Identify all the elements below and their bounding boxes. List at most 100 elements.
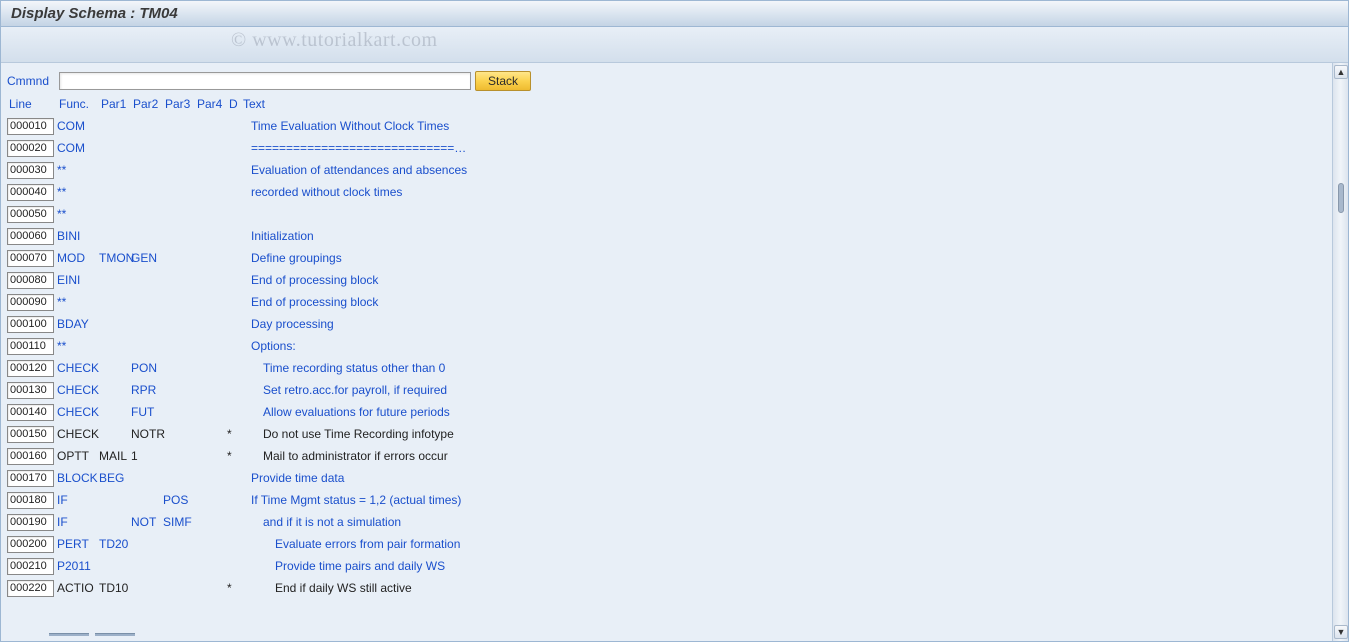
func-cell: ** (57, 185, 99, 199)
header-par3: Par3 (165, 97, 197, 111)
text-cell: Evaluate errors from pair formation (241, 537, 1326, 551)
func-cell: ** (57, 207, 99, 221)
page-title: Display Schema : TM04 (11, 5, 178, 22)
scroll-thumb[interactable] (1338, 183, 1344, 213)
schema-row: BLOCKBEGProvide time data (7, 467, 1326, 489)
schema-row: CHECKNOTR*Do not use Time Recording info… (7, 423, 1326, 445)
func-cell: CHECK (57, 383, 99, 397)
line-number-input[interactable] (7, 206, 54, 223)
header-par1: Par1 (101, 97, 133, 111)
schema-row: BINI Initialization (7, 225, 1326, 247)
header-func: Func. (59, 97, 101, 111)
func-cell: BDAY (57, 317, 99, 331)
stack-button[interactable]: Stack (475, 71, 531, 91)
text-cell: Set retro.acc.for payroll, if required (241, 383, 1326, 397)
line-number-input[interactable] (7, 360, 54, 377)
line-number-input[interactable] (7, 448, 54, 465)
text-cell: Provide time data (241, 471, 1326, 485)
text-cell: and if it is not a simulation (241, 515, 1326, 529)
scroll-up-arrow[interactable]: ▲ (1334, 65, 1348, 79)
line-number-input[interactable] (7, 228, 54, 245)
func-cell: CHECK (57, 361, 99, 375)
func-cell: BINI (57, 229, 99, 243)
schema-row: PERTTD20Evaluate errors from pair format… (7, 533, 1326, 555)
schema-row: CHECKFUTAllow evaluations for future per… (7, 401, 1326, 423)
line-number-input[interactable] (7, 294, 54, 311)
schema-row: EINI End of processing block (7, 269, 1326, 291)
line-number-input[interactable] (7, 470, 54, 487)
bottom-resize-strip (49, 633, 135, 639)
schema-row: ** recorded without clock times (7, 181, 1326, 203)
resize-nub[interactable] (49, 633, 89, 636)
schema-row: COM=============================… (7, 137, 1326, 159)
func-cell: P2011 (57, 559, 99, 573)
line-number-input[interactable] (7, 118, 54, 135)
command-input[interactable] (59, 72, 471, 90)
func-cell: CHECK (57, 427, 99, 441)
schema-row: ACTIOTD10*End if daily WS still active (7, 577, 1326, 599)
line-number-input[interactable] (7, 492, 54, 509)
par2-cell: GEN (131, 251, 163, 265)
func-cell: ** (57, 163, 99, 177)
header-text: Text (243, 97, 1326, 111)
par1-cell: TMON (99, 251, 131, 265)
par2-cell: 1 (131, 449, 163, 463)
header-par2: Par2 (133, 97, 165, 111)
func-cell: BLOCK (57, 471, 99, 485)
func-cell: ** (57, 295, 99, 309)
text-cell: Time Evaluation Without Clock Times (241, 119, 1326, 133)
header-d: D (229, 97, 243, 111)
title-bar: Display Schema : TM04 (1, 1, 1348, 27)
text-cell: recorded without clock times (241, 185, 1326, 199)
text-cell: Evaluation of attendances and absences (241, 163, 1326, 177)
line-number-input[interactable] (7, 514, 54, 531)
par2-cell: NOT (131, 515, 163, 529)
par2-cell: RPR (131, 383, 163, 397)
line-number-input[interactable] (7, 338, 54, 355)
func-cell: ** (57, 339, 99, 353)
schema-row: MODTMONGENDefine groupings (7, 247, 1326, 269)
par1-cell: TD20 (99, 537, 131, 551)
line-number-input[interactable] (7, 316, 54, 333)
main-area: Cmmnd Stack Line Func. Par1 Par2 Par3 Pa… (1, 63, 1332, 641)
text-cell: Day processing (241, 317, 1326, 331)
schema-row: IFNOTSIMFand if it is not a simulation (7, 511, 1326, 533)
line-number-input[interactable] (7, 426, 54, 443)
func-cell: OPTT (57, 449, 99, 463)
command-row: Cmmnd Stack (7, 71, 1326, 91)
line-number-input[interactable] (7, 250, 54, 267)
par2-cell: PON (131, 361, 163, 375)
schema-row: CHECK RPR Set retro.acc.for payroll, if re… (7, 379, 1326, 401)
text-cell: Do not use Time Recording infotype (241, 427, 1326, 441)
header-line: Line (9, 97, 59, 111)
line-number-input[interactable] (7, 536, 54, 553)
scroll-down-arrow[interactable]: ▼ (1334, 625, 1348, 639)
line-number-input[interactable] (7, 404, 54, 421)
schema-row: CHECKPONTime recording status other than… (7, 357, 1326, 379)
schema-row: ** Options: (7, 335, 1326, 357)
text-cell: End if daily WS still active (241, 581, 1326, 595)
schema-row: IFPOSIf Time Mgmt status = 1,2 (actual t… (7, 489, 1326, 511)
header-par4: Par4 (197, 97, 229, 111)
command-label: Cmmnd (7, 74, 55, 88)
par2-cell: NOTR (131, 427, 163, 441)
line-number-input[interactable] (7, 162, 54, 179)
func-cell: EINI (57, 273, 99, 287)
text-cell: Initialization (241, 229, 1326, 243)
text-cell: Mail to administrator if errors occur (241, 449, 1326, 463)
func-cell: IF (57, 515, 99, 529)
line-number-input[interactable] (7, 184, 54, 201)
line-number-input[interactable] (7, 140, 54, 157)
schema-rows: COMTime Evaluation Without Clock TimesCO… (7, 115, 1326, 599)
schema-row: **End of processing block (7, 291, 1326, 313)
resize-nub[interactable] (95, 633, 135, 636)
text-cell: Options: (241, 339, 1326, 353)
line-number-input[interactable] (7, 272, 54, 289)
par2-cell: FUT (131, 405, 163, 419)
line-number-input[interactable] (7, 580, 54, 597)
text-cell: Provide time pairs and daily WS (241, 559, 1326, 573)
line-number-input[interactable] (7, 382, 54, 399)
text-cell: End of processing block (241, 273, 1326, 287)
line-number-input[interactable] (7, 558, 54, 575)
vertical-scrollbar[interactable]: ▲ ▼ (1332, 63, 1348, 641)
